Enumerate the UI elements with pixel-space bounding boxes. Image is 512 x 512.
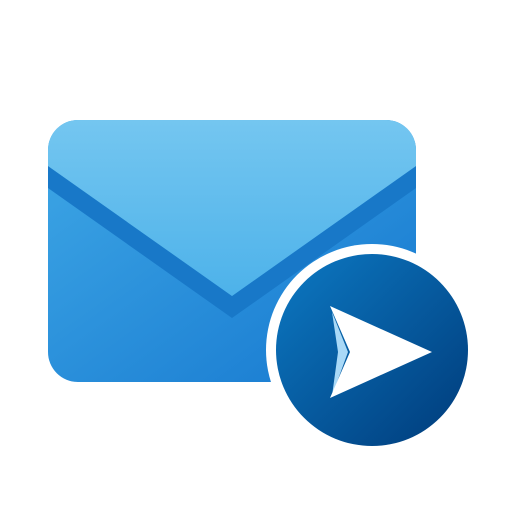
send-mail-icon (48, 120, 478, 456)
send-badge (266, 244, 478, 456)
icon-canvas (0, 0, 512, 512)
